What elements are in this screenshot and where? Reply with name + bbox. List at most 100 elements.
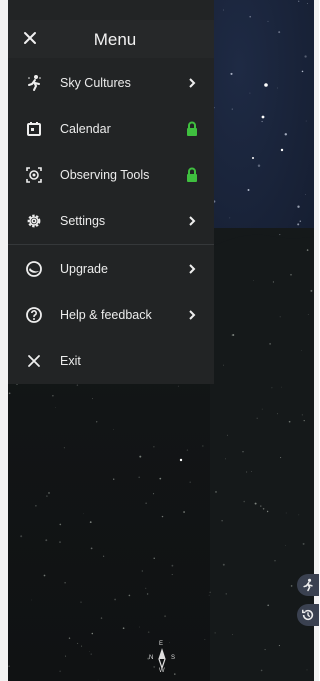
star: [169, 641, 170, 643]
star: [48, 492, 50, 494]
star: [277, 87, 278, 89]
menu-item-label: Calendar: [60, 122, 111, 136]
menu-item-label: Sky Cultures: [60, 76, 131, 90]
star: [89, 521, 92, 523]
bright-star: [252, 157, 254, 159]
star: [242, 451, 244, 453]
menu-item-calendar[interactable]: Calendar: [8, 109, 214, 149]
star: [301, 414, 303, 416]
star: [64, 582, 66, 584]
star: [307, 314, 309, 315]
bright-star: [264, 83, 268, 87]
star: [269, 343, 271, 345]
star: [285, 512, 287, 514]
star: [298, 0, 300, 2]
star: [299, 220, 302, 223]
star: [59, 541, 61, 543]
star: [52, 395, 54, 397]
star: [183, 511, 186, 513]
star: [92, 398, 93, 400]
star: [232, 634, 233, 635]
help-icon: [24, 305, 44, 325]
compass-button[interactable]: E N S W: [144, 641, 180, 674]
star: [230, 72, 233, 75]
star: [288, 420, 291, 423]
menu-item-label: Settings: [60, 214, 106, 228]
lock-icon: [182, 165, 202, 185]
star: [147, 631, 150, 633]
star: [306, 669, 308, 671]
menu-item-sky-cultures[interactable]: Sky Cultures: [8, 63, 214, 103]
star: [225, 458, 226, 460]
menu-item-label: Upgrade: [60, 262, 108, 276]
star: [77, 642, 79, 644]
star: [63, 447, 65, 449]
menu-item-settings[interactable]: Settings: [8, 201, 214, 241]
chevron-right-icon: [182, 73, 202, 93]
star: [290, 273, 292, 276]
star: [100, 617, 103, 619]
star: [290, 585, 293, 587]
chevron-right-icon: [182, 305, 202, 325]
sky-cultures-icon: [24, 73, 44, 93]
star: [278, 31, 281, 34]
star: [189, 481, 191, 483]
star: [145, 502, 147, 504]
star: [43, 574, 46, 577]
star: [249, 15, 251, 18]
star: [261, 120, 263, 123]
star: [277, 413, 278, 415]
screen-frame-left: [0, 0, 8, 681]
star: [307, 3, 308, 4]
compass-north-label: N: [149, 655, 154, 661]
bright-star: [261, 115, 265, 119]
upgrade-icon: [24, 259, 44, 279]
time-history-button[interactable]: [297, 604, 319, 626]
menu-item-exit[interactable]: Exit: [8, 341, 214, 381]
star: [305, 120, 307, 122]
star: [8, 392, 11, 395]
star: [114, 598, 116, 601]
star: [214, 632, 216, 634]
star: [91, 632, 94, 635]
menu-item-help-feedback[interactable]: Help & feedback: [8, 295, 214, 335]
star: [271, 387, 273, 389]
menu-item-upgrade[interactable]: Upgrade: [8, 249, 214, 289]
star: [102, 555, 105, 557]
star: [302, 542, 305, 545]
exit-icon: [24, 351, 44, 371]
star: [113, 478, 115, 480]
star: [229, 217, 231, 219]
star: [297, 223, 300, 226]
star: [46, 495, 48, 497]
star: [80, 601, 82, 603]
star: [247, 189, 250, 191]
chevron-right-icon: [182, 211, 202, 231]
star: [97, 679, 99, 681]
star: [90, 547, 93, 550]
star: [264, 649, 266, 651]
star: [272, 281, 274, 283]
star: [231, 108, 233, 110]
star: [221, 520, 223, 522]
bright-star: [280, 148, 284, 152]
compass-west-label: W: [159, 668, 165, 674]
star: [232, 334, 235, 336]
star: [171, 564, 174, 567]
lock-icon: [182, 119, 202, 139]
compass-south-label: S: [171, 655, 176, 661]
star: [20, 535, 23, 538]
star: [284, 133, 288, 136]
star: [254, 502, 257, 505]
star: [171, 574, 173, 575]
menu-divider: [8, 244, 214, 245]
star: [141, 570, 143, 572]
star: [266, 510, 269, 513]
star: [8, 665, 10, 668]
sky-cultures-quick-button[interactable]: [297, 574, 319, 596]
star: [65, 655, 67, 657]
star: [153, 557, 155, 559]
star: [305, 194, 306, 195]
menu-item-observing-tools[interactable]: Observing Tools: [8, 155, 214, 195]
star: [303, 419, 305, 422]
